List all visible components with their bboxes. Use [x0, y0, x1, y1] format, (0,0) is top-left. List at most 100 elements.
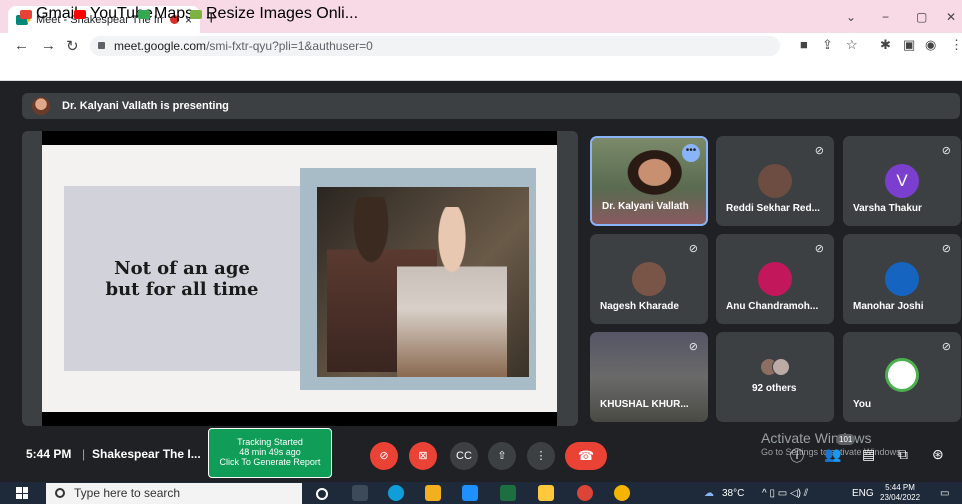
more-options-icon[interactable]: •••: [682, 144, 700, 162]
avatar: [632, 262, 666, 296]
minimize-button[interactable]: −: [882, 10, 889, 24]
excel-icon[interactable]: [500, 485, 516, 501]
avatar: [758, 164, 792, 198]
sidepanel-icon[interactable]: ▣: [903, 37, 915, 53]
participant-name: Varsha Thakur: [853, 203, 922, 214]
participant-tile[interactable]: ⊘ Nagesh Kharade: [590, 234, 708, 324]
host-controls-icon[interactable]: ⊛: [932, 446, 944, 463]
close-window-button[interactable]: ✕: [946, 10, 956, 24]
profile-avatar-icon[interactable]: ◉: [925, 37, 936, 53]
mic-off-icon: ⊘: [941, 243, 951, 255]
mic-off-icon: ⊘: [941, 341, 951, 353]
tracker-elapsed: 48 min 49s ago: [239, 447, 301, 457]
resize-images-icon: [190, 9, 202, 19]
participant-tile[interactable]: ⊘ KHUSHAL KHUR...: [590, 332, 708, 422]
taskbar-clock[interactable]: 5:44 PM 23/04/2022: [880, 483, 920, 503]
gmail-icon: [20, 9, 32, 19]
lock-icon: [98, 42, 105, 49]
bookmark-gmail[interactable]: Gmail: [20, 5, 78, 23]
task-view-icon[interactable]: [352, 485, 368, 501]
self-tile[interactable]: ⊘ You: [843, 332, 961, 422]
tracker-status: Tracking Started: [237, 437, 303, 447]
search-icon: [55, 488, 65, 498]
cortana-icon[interactable]: [316, 488, 328, 500]
self-logo: [885, 358, 919, 392]
participant-name: You: [853, 399, 872, 410]
clock-date: 23/04/2022: [880, 493, 921, 502]
bookmarks-bar: [0, 59, 962, 81]
others-count: 92 others: [752, 383, 797, 394]
file-explorer-icon[interactable]: [425, 485, 441, 501]
chrome-icon-2[interactable]: [614, 485, 630, 501]
weather-icon: ☁: [704, 488, 714, 499]
participant-name: KHUSHAL KHUR...: [600, 399, 689, 410]
participant-name: Reddi Sekhar Red...: [726, 203, 820, 214]
language[interactable]: ENG: [852, 488, 874, 499]
extensions-icon[interactable]: ✱: [880, 37, 891, 53]
bookmark-maps[interactable]: Maps: [138, 5, 193, 23]
avatar: [885, 262, 919, 296]
captions-button[interactable]: CC: [450, 442, 478, 470]
menu-icon[interactable]: ⋮: [950, 37, 962, 53]
info-icon[interactable]: ⓘ: [790, 446, 804, 466]
url-host: meet.google.com: [114, 39, 207, 53]
temperature[interactable]: 38°C: [722, 488, 744, 499]
folder-icon[interactable]: [538, 485, 554, 501]
presenting-text: Dr. Kalyani Vallath is presenting: [62, 100, 229, 112]
address-bar[interactable]: meet.google.com/smi-fxtr-qyu?pli=1&authu…: [90, 36, 780, 56]
url-path: /smi-fxtr-qyu?pli=1&authuser=0: [206, 39, 373, 53]
others-avatars: [760, 358, 790, 378]
mic-off-icon: ⊘: [814, 243, 824, 255]
mic-off-icon: ⊘: [814, 145, 824, 157]
chrome-icon[interactable]: [577, 485, 593, 501]
participant-tile[interactable]: ⊘ Manohar Joshi: [843, 234, 961, 324]
share-icon[interactable]: ⇪: [822, 37, 833, 53]
screen: Meet - Shakespear The Imm × + ⌄ − ▢ ✕ ← …: [0, 0, 962, 504]
participant-name: Dr. Kalyani Vallath: [602, 201, 689, 212]
bookmark-star-icon[interactable]: ☆: [846, 37, 858, 53]
forward-icon[interactable]: →: [41, 37, 56, 54]
photo-figure-right: [397, 207, 507, 377]
tracker-action: Click To Generate Report: [219, 457, 321, 467]
taskbar-search[interactable]: Type here to search: [46, 483, 302, 504]
search-placeholder: Type here to search: [74, 486, 181, 500]
participant-tile[interactable]: ⊘ V Varsha Thakur: [843, 136, 961, 226]
participant-name: Manohar Joshi: [853, 301, 924, 312]
chat-icon[interactable]: ▤: [862, 446, 875, 463]
presenter-avatar: [32, 97, 50, 115]
reload-icon[interactable]: ↻: [66, 37, 79, 55]
slide-letterbox-top: [42, 131, 557, 145]
tab-search-icon[interactable]: ⌄: [846, 10, 856, 24]
camera-icon[interactable]: ■: [800, 37, 808, 52]
youtube-icon: [74, 9, 86, 19]
edge-icon[interactable]: [388, 485, 404, 501]
divider: |: [82, 447, 86, 461]
avatar: V: [885, 164, 919, 198]
bookmark-label: Resize Images Onli...: [206, 5, 359, 22]
maximize-button[interactable]: ▢: [916, 10, 927, 24]
more-options-button[interactable]: ⋮: [527, 442, 555, 470]
end-call-button[interactable]: ☎: [565, 442, 607, 470]
participant-tile[interactable]: ••• Dr. Kalyani Vallath: [590, 136, 708, 226]
notification-icon[interactable]: ▭: [940, 488, 949, 499]
tray-icons[interactable]: ^ ▯ ▭ ◁) ⫽: [762, 488, 808, 499]
mail-icon[interactable]: [462, 485, 478, 501]
present-button[interactable]: ⇧: [488, 442, 516, 470]
mic-off-button[interactable]: ⊘: [370, 442, 398, 470]
people-icon[interactable]: 👥: [824, 446, 841, 463]
bookmark-label: Gmail: [36, 5, 78, 22]
clock-time: 5:44 PM: [885, 483, 915, 492]
avatar: [758, 262, 792, 296]
participant-tile[interactable]: ⊘ Anu Chandramoh...: [716, 234, 834, 324]
bookmark-label: Maps: [154, 5, 194, 22]
activities-icon[interactable]: ⧉: [898, 446, 908, 463]
others-tile[interactable]: 92 others: [716, 332, 834, 422]
back-icon[interactable]: ←: [14, 37, 29, 54]
tracking-report-button[interactable]: Tracking Started 48 min 49s ago Click To…: [208, 428, 332, 478]
participant-tile[interactable]: ⊘ Reddi Sekhar Red...: [716, 136, 834, 226]
bookmark-resize-images[interactable]: Resize Images Onli...: [190, 5, 358, 23]
meeting-name: Shakespear The I...: [92, 447, 201, 461]
windows-start-icon[interactable]: [16, 487, 28, 499]
camera-off-button[interactable]: ⊠: [409, 442, 437, 470]
participant-name: Nagesh Kharade: [600, 301, 679, 312]
